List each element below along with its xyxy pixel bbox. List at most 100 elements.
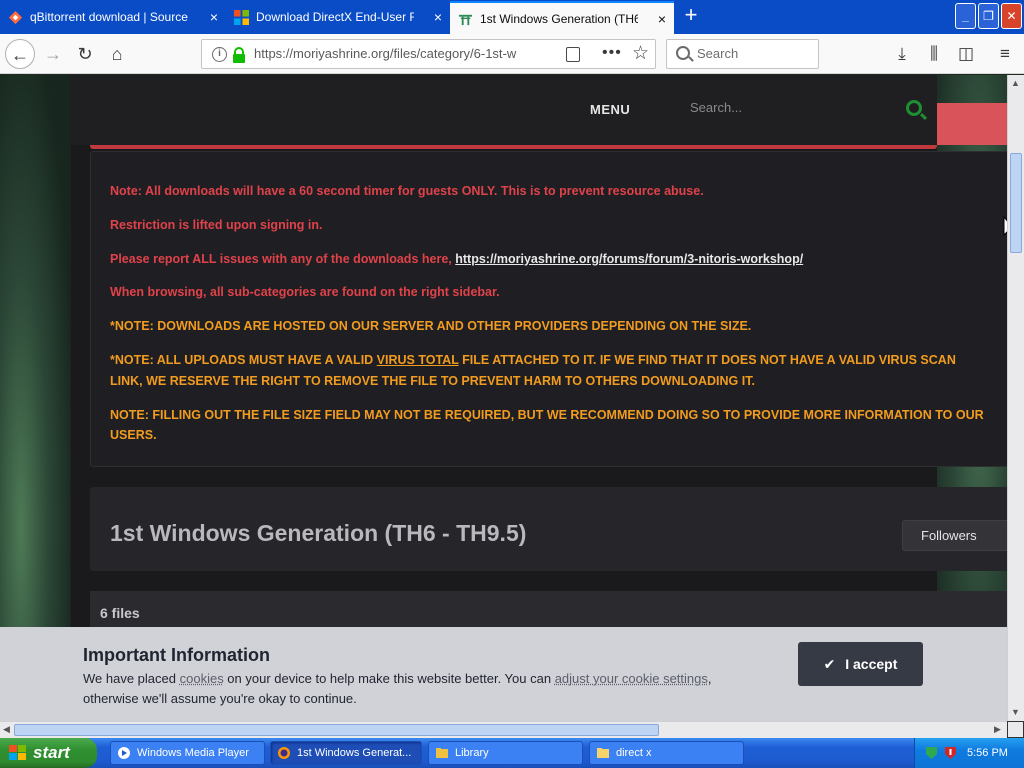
files-count: 6 files bbox=[100, 605, 140, 621]
taskbar-item-library[interactable]: Library bbox=[428, 741, 583, 765]
tab-title: qBittorrent download | SourceFor bbox=[30, 10, 188, 24]
notice-virus-total: *NOTE: ALL UPLOADS MUST HAVE A VALID VIR… bbox=[110, 350, 956, 370]
scroll-down-arrow-icon[interactable]: ▼ bbox=[1011, 707, 1020, 717]
site-search-icon[interactable] bbox=[906, 100, 922, 116]
cookie-settings-link[interactable]: adjust your cookie settings bbox=[555, 671, 708, 686]
search-icon bbox=[676, 46, 690, 60]
cookie-text-segment: , bbox=[707, 671, 712, 686]
virus-total-link[interactable]: VIRUS TOTAL bbox=[377, 353, 459, 367]
taskbar-item-direct-x[interactable]: direct x bbox=[589, 741, 744, 765]
accept-cookies-button[interactable]: ✔ I accept bbox=[798, 642, 923, 686]
taskbar-item-label: Windows Media Player bbox=[137, 747, 249, 759]
library-app-icon bbox=[436, 748, 448, 758]
notice-file-size-line2: USERS. bbox=[110, 428, 157, 442]
scroll-up-arrow-icon[interactable]: ▲ bbox=[1011, 78, 1020, 88]
notice-content: Note: All downloads will have a 60 secon… bbox=[90, 151, 1007, 467]
media-player-icon bbox=[118, 747, 130, 759]
workshop-forum-link[interactable]: https://moriyashrine.org/forums/forum/3-… bbox=[455, 252, 803, 266]
notice-text: *NOTE: ALL UPLOADS MUST HAVE A VALID bbox=[110, 353, 377, 367]
microsoft-logo-icon bbox=[234, 10, 249, 25]
sourceforge-icon bbox=[8, 10, 23, 25]
tab-close-icon[interactable]: × bbox=[434, 1, 442, 34]
firefox-icon bbox=[278, 747, 290, 759]
cookie-text-segment: on your device to help make this website… bbox=[223, 671, 555, 686]
scrollbar-corner bbox=[1007, 721, 1024, 738]
tab-1st-windows-generation[interactable]: 1st Windows Generation (TH6 - Th × bbox=[450, 1, 674, 34]
tab-qbittorrent[interactable]: qBittorrent download | SourceFor × bbox=[0, 1, 226, 34]
browser-tab-strip: qBittorrent download | SourceFor × Downl… bbox=[0, 0, 1024, 34]
taskbar-item-windows-media-player[interactable]: Windows Media Player bbox=[110, 741, 265, 765]
page-actions-icon[interactable]: ••• bbox=[602, 40, 622, 66]
browser-search-box[interactable]: Search bbox=[666, 39, 819, 69]
library-icon[interactable]: ⫼ bbox=[922, 42, 946, 66]
cookie-banner: Important Information We have placed coo… bbox=[0, 627, 1007, 721]
lock-icon bbox=[233, 47, 245, 63]
reload-button[interactable]: ↻ bbox=[70, 39, 100, 69]
cookie-message: We have placed cookies on your device to… bbox=[83, 669, 783, 709]
menu-button[interactable]: MENU bbox=[590, 102, 630, 117]
system-tray: 5:56 PM bbox=[914, 738, 1024, 768]
followers-button[interactable]: Followers bbox=[902, 520, 1007, 551]
new-tab-button[interactable]: + bbox=[678, 3, 704, 29]
header-accent-rule bbox=[90, 145, 937, 149]
cookie-title: Important Information bbox=[83, 645, 270, 665]
taskbar-item-label: direct x bbox=[616, 747, 652, 759]
minimize-button[interactable]: _ bbox=[955, 3, 976, 29]
taskbar-item-browser[interactable]: 1st Windows Generat... bbox=[270, 741, 422, 765]
site-search-input[interactable]: Search... bbox=[690, 100, 742, 115]
horizontal-scrollbar[interactable]: ◀ ▶ bbox=[0, 721, 1007, 738]
reader-view-icon[interactable] bbox=[566, 47, 580, 62]
clock: 5:56 PM bbox=[967, 747, 1008, 759]
scroll-right-arrow-icon[interactable]: ▶ bbox=[994, 724, 1001, 735]
cookie-text-segment: We have placed bbox=[83, 671, 180, 686]
navigation-bar: ← → ↻ ⌂ i https://moriyashrine.org/files… bbox=[0, 34, 1024, 74]
bookmark-star-icon[interactable]: ☆ bbox=[632, 40, 649, 67]
notice-text: Please report ALL issues with any of the… bbox=[110, 252, 456, 266]
tab-directx[interactable]: Download DirectX End-User Runti × bbox=[226, 1, 450, 34]
tab-title: Download DirectX End-User Runti bbox=[256, 10, 414, 24]
notice-sidebar: When browsing, all sub-categories are fo… bbox=[110, 285, 500, 299]
site-info-icon[interactable]: i bbox=[212, 47, 227, 62]
site-header: MENU Search... bbox=[70, 75, 937, 145]
home-button[interactable]: ⌂ bbox=[102, 39, 132, 69]
scroll-left-arrow-icon[interactable]: ◀ bbox=[3, 724, 10, 735]
taskbar-item-label: 1st Windows Generat... bbox=[297, 747, 412, 759]
hamburger-menu-icon[interactable]: ≡ bbox=[993, 42, 1017, 66]
windows-logo-icon bbox=[9, 745, 26, 760]
url-text[interactable]: https://moriyashrine.org/files/category/… bbox=[254, 40, 530, 68]
forward-button[interactable]: → bbox=[38, 39, 68, 69]
folder-icon bbox=[597, 748, 609, 758]
taskbar-item-label: Library bbox=[455, 747, 489, 759]
notice-signin-lift: Restriction is lifted upon signing in. bbox=[110, 218, 323, 232]
vertical-scroll-thumb[interactable] bbox=[1010, 153, 1022, 253]
tab-close-icon[interactable]: × bbox=[658, 3, 666, 34]
notice-file-size: NOTE: FILLING OUT THE FILE SIZE FIELD MA… bbox=[110, 408, 984, 422]
horizontal-scroll-thumb[interactable] bbox=[14, 724, 659, 736]
downloads-icon[interactable]: ⤓ bbox=[890, 42, 914, 66]
notice-virus-total-line2: LINK, WE RESERVE THE RIGHT TO REMOVE THE… bbox=[110, 374, 755, 388]
notice-report-issues: Please report ALL issues with any of the… bbox=[110, 249, 803, 269]
cookie-text-segment: otherwise we'll assume you're okay to co… bbox=[83, 691, 357, 706]
start-label: start bbox=[33, 743, 70, 762]
sidebar-icon[interactable]: ◫ bbox=[954, 42, 978, 66]
tab-title: 1st Windows Generation (TH6 - Th bbox=[480, 12, 638, 26]
header-accent-band bbox=[937, 103, 1007, 145]
notice-text: FILE ATTACHED TO IT. IF WE FIND THAT IT … bbox=[458, 353, 956, 367]
cookies-link[interactable]: cookies bbox=[180, 671, 224, 686]
close-window-button[interactable]: ✕ bbox=[1001, 3, 1022, 29]
notice-guest-timer: Note: All downloads will have a 60 secon… bbox=[110, 184, 704, 198]
url-bar[interactable]: i https://moriyashrine.org/files/categor… bbox=[201, 39, 656, 69]
security-shield-icon[interactable] bbox=[943, 745, 958, 760]
tab-close-icon[interactable]: × bbox=[210, 1, 218, 34]
accept-label: I accept bbox=[845, 656, 898, 672]
vertical-scrollbar[interactable]: ▲ ▼ bbox=[1007, 75, 1024, 721]
network-shield-icon[interactable] bbox=[924, 745, 939, 760]
back-button[interactable]: ← bbox=[5, 39, 35, 69]
category-header: 1st Windows Generation (TH6 - TH9.5) Fol… bbox=[90, 487, 1007, 571]
restore-button[interactable]: ❐ bbox=[978, 3, 999, 29]
checkmark-icon: ✔ bbox=[823, 656, 836, 672]
shrine-gate-icon bbox=[458, 14, 473, 26]
background-foliage-left bbox=[0, 75, 70, 721]
start-button[interactable]: start bbox=[0, 738, 97, 768]
notice-hosting: *NOTE: DOWNLOADS ARE HOSTED ON OUR SERVE… bbox=[110, 319, 752, 333]
